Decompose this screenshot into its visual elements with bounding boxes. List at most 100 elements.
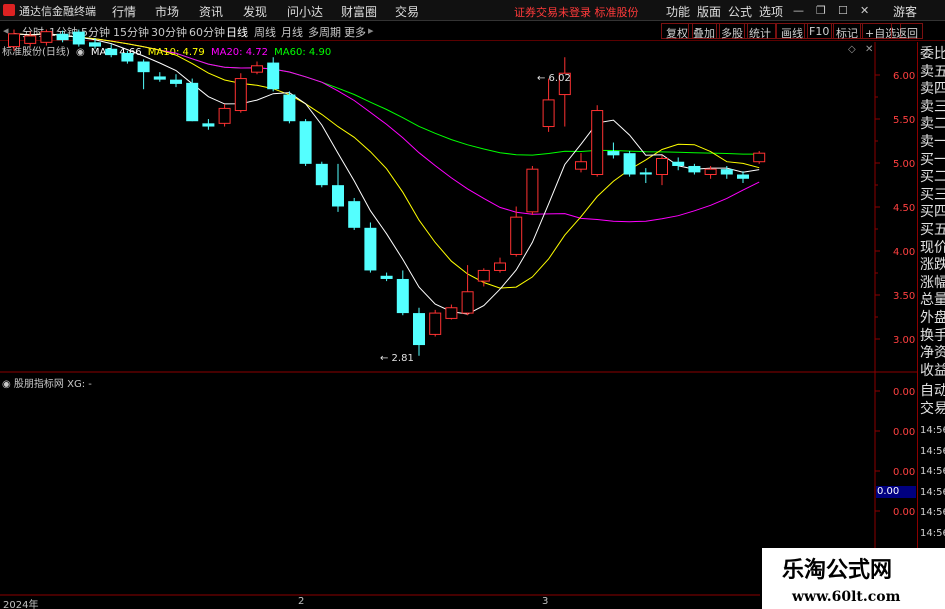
candle-body xyxy=(170,79,182,84)
quote-trade-label[interactable]: 自动 xyxy=(920,382,945,400)
quote-label: 外盘 xyxy=(920,310,945,326)
candle xyxy=(542,78,555,132)
candle xyxy=(105,44,118,58)
price-tick-label: 5.00 xyxy=(893,159,915,170)
candle-body xyxy=(639,172,652,175)
candle-body xyxy=(24,35,37,44)
quote-label: 买五 xyxy=(920,222,945,238)
quote-label: 买三 xyxy=(920,186,945,203)
price-tick-label: 6.00 xyxy=(893,71,915,82)
candle-body xyxy=(688,165,701,173)
candle-body xyxy=(348,201,361,228)
axis-label-year: 2024年 xyxy=(3,600,39,609)
price-tick-label: 4.50 xyxy=(893,203,915,214)
candle xyxy=(429,309,442,337)
candle-body xyxy=(89,42,101,47)
price-chart[interactable]: 3.00 3.50 4.00 4.50 5.00 5.50 6.00 0.00 0.00 0.00… xyxy=(0,0,945,609)
price-tick-label: 3.50 xyxy=(893,291,915,302)
candle-body xyxy=(623,153,636,175)
candle-body xyxy=(607,151,620,156)
tick-time: 14:56 xyxy=(920,445,945,457)
candle xyxy=(413,307,425,356)
quote-label: 委比 xyxy=(920,46,945,62)
candle-body xyxy=(153,76,166,80)
candle-body xyxy=(461,291,474,314)
quote-label: 现价 xyxy=(920,239,945,256)
candle-body xyxy=(510,216,523,255)
indicator-tick-label: 0.00 xyxy=(893,507,915,518)
candle-body xyxy=(234,78,247,112)
candle xyxy=(8,29,20,51)
candle-body xyxy=(218,107,231,124)
candle-body xyxy=(8,33,20,48)
quote-label: 卖二 xyxy=(920,116,945,133)
quote-label: 买一 xyxy=(920,151,945,168)
candle xyxy=(153,72,166,82)
candle-body xyxy=(72,31,85,45)
candle-body xyxy=(364,227,377,271)
indicator-tick-label: 0.00 xyxy=(893,387,915,398)
quote-trade-label[interactable]: 交易 xyxy=(920,400,945,418)
candle xyxy=(332,163,344,212)
candle-body xyxy=(186,82,199,122)
candle-body xyxy=(575,161,587,170)
candle-body xyxy=(656,158,668,176)
candle xyxy=(315,161,328,188)
indicator-toggle-icon[interactable]: ◉ xyxy=(2,379,11,390)
candle-body xyxy=(704,168,717,176)
candle xyxy=(364,222,377,273)
quote-label: 买二 xyxy=(920,169,945,186)
axis-label-mar: 3 xyxy=(542,596,549,607)
indicator-formula: XG: - xyxy=(67,379,92,390)
time-axis: 2024年 2 3 xyxy=(0,595,760,609)
candle xyxy=(396,270,409,316)
candle xyxy=(445,304,458,320)
candle xyxy=(170,74,182,88)
candle-body xyxy=(251,65,263,73)
candle xyxy=(575,153,587,173)
candle-body xyxy=(672,161,685,166)
candle xyxy=(380,272,393,282)
low-price-label: ← 2.81 xyxy=(380,353,414,364)
candle-body xyxy=(105,48,118,56)
candle-body xyxy=(753,152,766,163)
candle xyxy=(299,119,312,166)
chart-settings-icon[interactable]: ◇ xyxy=(848,44,856,55)
candle-body xyxy=(526,168,539,213)
watermark-title: 乐淘公式网 xyxy=(762,548,945,588)
candle-body xyxy=(56,33,69,41)
axis-label-feb: 2 xyxy=(298,596,305,607)
ma20-line xyxy=(13,33,760,223)
quote-panel: 委比 卖五 卖四 卖三 卖二 卖一 买一 买二 买三 买四 买五 现价 涨跌 涨幅 总量 外盘 换手 净资 收益 自动… xyxy=(917,42,945,582)
candle-body xyxy=(315,163,328,186)
candle xyxy=(672,157,685,171)
candle xyxy=(267,57,280,92)
candle-body xyxy=(445,307,458,319)
candle xyxy=(72,29,85,47)
price-tick-label: 3.00 xyxy=(893,335,915,346)
candle xyxy=(656,155,668,186)
tick-time: 14:56 xyxy=(920,486,945,498)
candle xyxy=(526,165,539,216)
indicator-name: 股朋指标网 xyxy=(13,379,64,390)
candle xyxy=(494,257,506,273)
candle xyxy=(186,78,199,122)
quote-label: 总量 xyxy=(920,292,945,309)
quote-label: 卖一 xyxy=(920,134,945,150)
candle-body xyxy=(413,313,425,346)
tick-time: 14:56 xyxy=(920,527,945,539)
candle-body xyxy=(380,275,393,279)
candle xyxy=(251,61,263,75)
chart-close-icon[interactable]: ✕ xyxy=(865,44,873,55)
price-tick-label: 4.00 xyxy=(893,247,915,258)
ma60-line xyxy=(13,33,760,156)
candle-body xyxy=(137,61,150,73)
candle-body xyxy=(542,99,555,128)
ma10-line xyxy=(13,33,760,289)
candle xyxy=(40,29,53,46)
indicator-tick-label: 0.00 xyxy=(893,467,915,478)
quote-label: 涨跌 xyxy=(920,257,945,274)
indicator-current-value: 0.00 xyxy=(876,486,916,498)
candle-body xyxy=(40,31,53,43)
candle-body xyxy=(202,123,215,127)
